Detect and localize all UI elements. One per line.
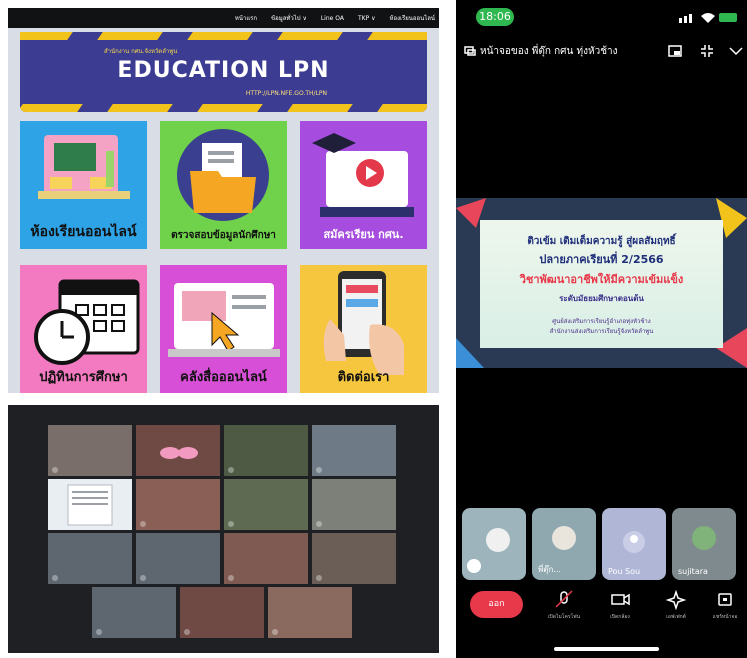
- share-label: แชร์หน้าจอ: [712, 614, 738, 620]
- tile-label: ห้องเรียนออนไลน์: [30, 224, 137, 240]
- participant-tile[interactable]: [48, 479, 132, 530]
- participant-tile[interactable]: [136, 533, 220, 584]
- mic-icon: [316, 521, 322, 527]
- top-navigation: หน้าแรก ข้อมูลทั่วไป ∨ Line OA TKP ∨ ห้อ…: [8, 8, 439, 28]
- mic-icon: [184, 629, 190, 635]
- mic-icon: [228, 467, 234, 473]
- mic-icon: [52, 467, 58, 473]
- mic-icon: [140, 575, 146, 581]
- tile-online-media-library[interactable]: คลังสื่อออนไลน์: [160, 265, 287, 393]
- participant-self[interactable]: [462, 508, 526, 580]
- tile-check-student-data[interactable]: ตรวจสอบข้อมูลนักศึกษา: [160, 121, 287, 249]
- participant-name: พี่ตุ๊ก...: [538, 565, 561, 574]
- participant-tile[interactable]: [92, 587, 176, 638]
- tile-label: ปฏิทินการศึกษา: [39, 370, 128, 385]
- slide-line-3: วิชาพัฒนาอาชีพให้มีความเข้มแข็ง: [519, 273, 684, 286]
- participant-tile[interactable]: [224, 425, 308, 476]
- banner-subtitle: สำนักงาน กศน.จังหวัดลำพูน: [104, 48, 178, 55]
- nav-general-info[interactable]: ข้อมูลทั่วไป ∨: [271, 13, 307, 23]
- screen-share-document: [67, 484, 113, 526]
- participant-tile[interactable]: [224, 479, 308, 530]
- mic-icon: [316, 575, 322, 581]
- mic-icon: [228, 575, 234, 581]
- status-time: 18:06: [476, 8, 514, 26]
- camera-button[interactable]: เปิดกล้อง: [598, 590, 642, 628]
- slide-line-4: ระดับมัธยมศึกษาตอนต้น: [559, 294, 644, 303]
- tile-online-classroom[interactable]: ห้องเรียนออนไลน์: [20, 121, 147, 249]
- camera-off-icon: [611, 593, 630, 606]
- tile-contact-us[interactable]: ติดต่อเรา: [300, 265, 427, 393]
- participant-tile[interactable]: [136, 479, 220, 530]
- mic-icon: [272, 629, 278, 635]
- share-banner-text: หน้าจอของ พี่ตุ๊ก กศน ทุ่งหัวช้าง: [480, 45, 618, 57]
- participant-tile[interactable]: [312, 425, 396, 476]
- education-lpn-website: หน้าแรก ข้อมูลทั่วไป ∨ Line OA TKP ∨ ห้อ…: [8, 8, 439, 393]
- share-screen-button[interactable]: แชร์หน้าจอ: [703, 590, 747, 628]
- camera-label: เปิดกล้อง: [610, 614, 630, 620]
- participant-tile[interactable]: [312, 479, 396, 530]
- phone-meeting-screen: 18:06 หน้าจอของ พี่ตุ๊ก กศน ทุ่งหัวช้าง …: [456, 0, 747, 658]
- banner-title: EDUCATION LPN: [117, 58, 330, 83]
- pip-icon[interactable]: [668, 44, 682, 58]
- banner-url: HTTP://LPN.NFE.GO.TH/LPN: [245, 90, 327, 97]
- slide-content: ติวเข้ม เติมเต็มความรู้ สู่ผลสัมฤทธิ์ ปล…: [480, 220, 723, 348]
- tile-label: ติดต่อเรา: [337, 370, 390, 385]
- tile-label: คลังสื่อออนไลน์: [180, 370, 267, 385]
- nav-tkp[interactable]: TKP ∨: [358, 15, 376, 22]
- participant-pou-sou[interactable]: Pou Sou: [602, 508, 666, 580]
- mic-button[interactable]: เปิดไมโครโฟน: [542, 590, 586, 628]
- participant-tile[interactable]: [312, 533, 396, 584]
- chevron-down-icon[interactable]: [729, 46, 743, 56]
- slide-line-5: ศูนย์ส่งเสริมการเรียนรู้อำเภอทุ่งหัวช้าง: [552, 318, 651, 325]
- tile-label: ตรวจสอบข้อมูลนักศึกษา: [171, 230, 276, 241]
- tile-label: สมัครเรียน กศน.: [323, 228, 404, 241]
- video-call-grid: [8, 405, 439, 653]
- mic-label: เปิดไมโครโฟน: [547, 614, 581, 620]
- shared-presentation-slide: ติวเข้ม เติมเต็มความรู้ สู่ผลสัมฤทธิ์ ปล…: [456, 198, 747, 368]
- screen-share-icon: [464, 46, 476, 56]
- nav-online-classroom[interactable]: ห้องเรียนออนไลน์: [390, 13, 435, 23]
- participant-name: Pou Sou: [608, 567, 641, 576]
- tile-register-nfe[interactable]: สมัครเรียน กศน.: [300, 121, 427, 249]
- meeting-top-bar: [8, 405, 439, 419]
- mic-icon: [52, 575, 58, 581]
- leave-button[interactable]: ออก: [470, 591, 523, 618]
- participant-tile[interactable]: [268, 587, 352, 638]
- participant-sujitara[interactable]: sujitara: [672, 508, 736, 580]
- effects-label: เอฟเฟกต์: [666, 614, 686, 620]
- mic-icon: [316, 467, 322, 473]
- participant-name: sujitara: [678, 567, 708, 576]
- participant-tile[interactable]: [224, 533, 308, 584]
- participant-tile[interactable]: [48, 533, 132, 584]
- slide-line-6: สำนักงานส่งเสริมการเรียนรู้จังหวัดลำพูน: [549, 328, 654, 335]
- participant-tile[interactable]: [136, 425, 220, 476]
- sparkle-icon: [665, 589, 687, 611]
- tile-academic-calendar[interactable]: ปฏิทินการศึกษา: [20, 265, 147, 393]
- screen-share-banner: หน้าจอของ พี่ตุ๊ก กศน ทุ่งหัวช้าง: [464, 42, 734, 60]
- participant-tile[interactable]: [180, 587, 264, 638]
- home-indicator: [554, 647, 659, 651]
- mic-icon: [228, 521, 234, 527]
- mic-icon: [96, 629, 102, 635]
- participant-avatar: [467, 528, 510, 573]
- nav-line-oa[interactable]: Line OA: [321, 15, 344, 22]
- nav-home[interactable]: หน้าแรก: [235, 13, 257, 23]
- slide-line-2: ปลายภาคเรียนที่ 2/2566: [539, 253, 664, 266]
- mic-off-icon: [555, 590, 573, 608]
- effects-button[interactable]: เอฟเฟกต์: [654, 589, 698, 628]
- participant-tuk[interactable]: พี่ตุ๊ก...: [532, 508, 596, 580]
- share-screen-icon: [718, 593, 732, 606]
- minimize-icon[interactable]: [700, 44, 714, 58]
- participant-video: [160, 447, 198, 459]
- mic-icon: [140, 521, 146, 527]
- education-lpn-banner: สำนักงาน กศน.จังหวัดลำพูน EDUCATION LPN …: [20, 32, 427, 112]
- status-icons: [679, 13, 737, 23]
- participant-tile[interactable]: [48, 425, 132, 476]
- slide-line-1: ติวเข้ม เติมเต็มความรู้ สู่ผลสัมฤทธิ์: [527, 236, 676, 247]
